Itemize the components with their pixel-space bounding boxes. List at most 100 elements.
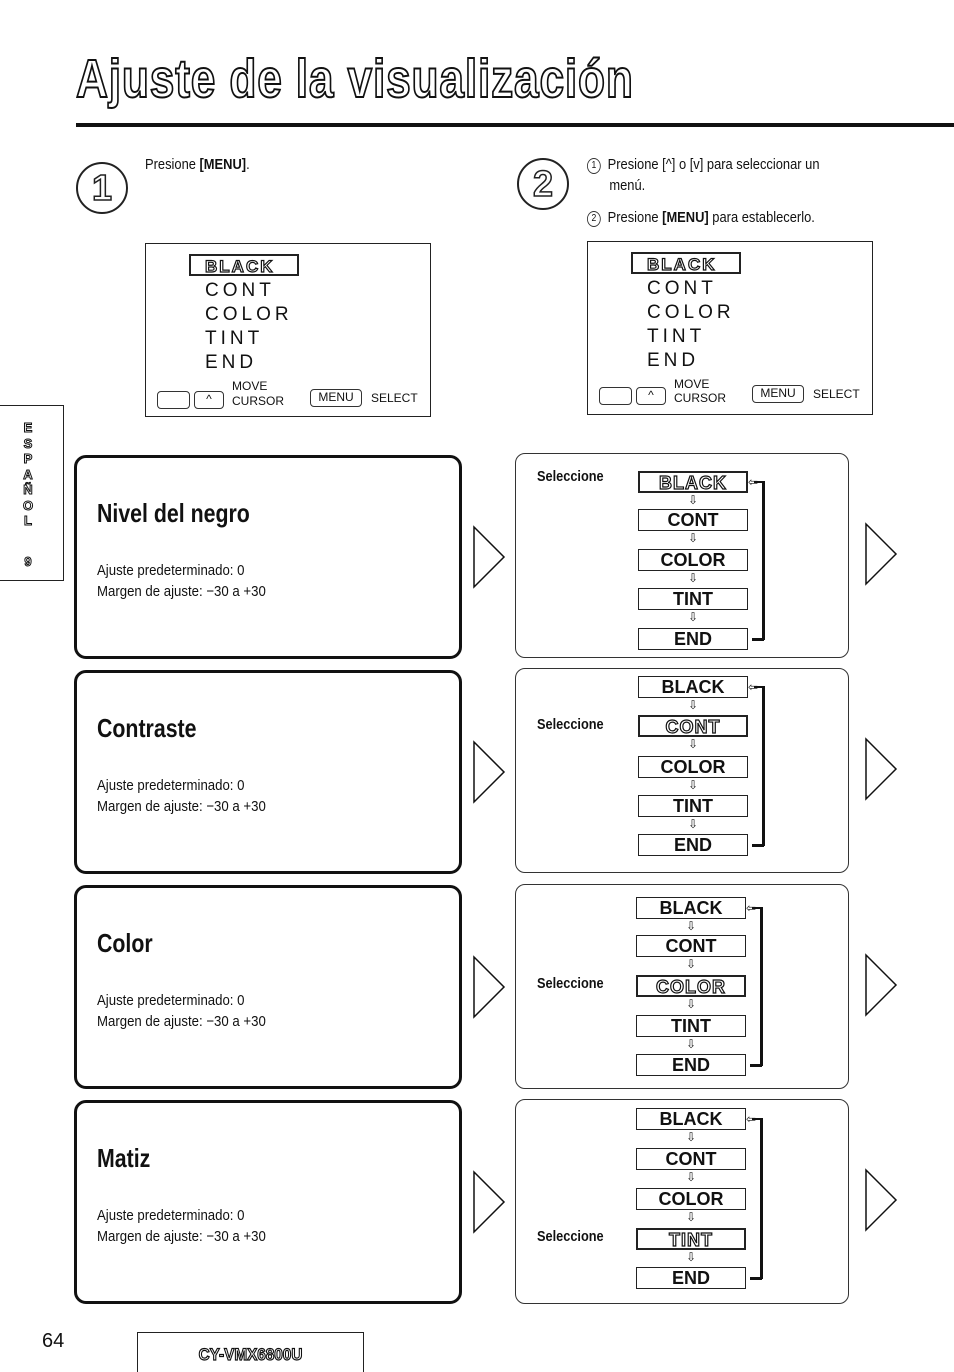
down-arrow-icon: ⇩ — [687, 817, 699, 831]
page-number: 64 — [42, 1330, 65, 1352]
menu-flow-panel: Seleccione BLACK ⇩ CONT ⇩ COLOR ⇩ TINT ⇩ END ⇦ — [515, 884, 849, 1089]
select-label: Seleccione — [537, 1228, 604, 1245]
step-2-sub-2-suffix: para establecerlo. — [708, 209, 815, 226]
next-arrow-icon — [864, 953, 898, 1017]
setting-card: Color Ajuste predeterminado: 0 Margen de… — [74, 885, 462, 1089]
step-1-key: [MENU] — [199, 156, 247, 173]
loop-back-arrow-icon: ⇦ — [746, 901, 757, 915]
osd-cursor-label: CURSOR — [674, 391, 727, 405]
flow-item: BLACK — [636, 897, 746, 919]
osd-up-key: ^ — [194, 391, 224, 409]
flow-item: END — [638, 834, 748, 856]
next-arrow-icon — [472, 1170, 506, 1234]
side-tab-letters: E S P A Ñ O L — [20, 420, 36, 529]
menu-flow-panel: Seleccione BLACK ⇩ CONT ⇩ COLOR ⇩ TINT ⇩ END ⇦ — [515, 668, 849, 873]
triangle-right-icon — [473, 740, 506, 804]
loop-back-arrow-icon: ⇦ — [748, 680, 759, 694]
step-2-sub-2: 2 Presione [MENU] para establecerlo. — [587, 207, 815, 228]
loop-bottom-segment — [752, 844, 764, 847]
step-1-circle-icon: 1 — [76, 162, 128, 214]
osd-menu-key: MENU — [752, 385, 804, 403]
osd-move-label: MOVE — [674, 377, 710, 391]
side-letter: S — [23, 435, 33, 451]
loop-line — [762, 481, 765, 640]
triangle-right-icon — [865, 1168, 898, 1232]
select-label: Seleccione — [537, 716, 604, 733]
triangle-right-icon — [473, 525, 506, 589]
next-arrow-icon — [472, 525, 506, 589]
flow-item: CONT — [636, 935, 746, 957]
flow-item-selected: CONT — [638, 715, 748, 738]
sub-step-2-icon: 2 — [587, 211, 601, 227]
up-chevron-icon: ^ — [206, 392, 212, 406]
setting-card: Contraste Ajuste predeterminado: 0 Marge… — [74, 670, 462, 874]
osd-item-black: BLACK — [646, 254, 717, 274]
osd-up-key: ^ — [636, 387, 666, 405]
setting-title: Contraste — [97, 713, 197, 743]
flow-item-selected: BLACK — [638, 471, 748, 494]
flow-item: END — [638, 628, 748, 650]
step-2-sub-2-prefix: Presione — [607, 209, 663, 226]
flow-item: BLACK — [636, 1108, 746, 1130]
down-arrow-icon: ⇩ — [687, 493, 699, 507]
setting-card: Nivel del negro Ajuste predeterminado: 0… — [74, 455, 462, 659]
setting-default: Ajuste predeterminado: 0 — [97, 777, 245, 794]
step-1-instruction: Presione [MENU]. — [145, 154, 250, 175]
flow-item: TINT — [636, 1015, 746, 1037]
step-2-sub-2-key: [MENU] — [662, 209, 709, 226]
up-chevron-icon: ^ — [648, 388, 654, 402]
osd-selected-item: BLACK — [631, 252, 741, 275]
triangle-right-icon — [865, 522, 898, 586]
step-2-sub-1: 1 Presione [^] o [v] para seleccionar un … — [587, 154, 819, 196]
loop-bottom-segment — [750, 1064, 762, 1067]
loop-line — [760, 907, 763, 1066]
loop-bottom-segment — [750, 1277, 762, 1280]
next-arrow-icon — [864, 522, 898, 586]
osd-cursor-label: CURSOR — [232, 394, 285, 408]
down-arrow-icon: ⇩ — [685, 1250, 697, 1264]
down-arrow-icon: ⇩ — [685, 1130, 697, 1144]
next-arrow-icon — [864, 737, 898, 801]
flow-item: COLOR — [636, 1188, 746, 1210]
flow-item: END — [636, 1054, 746, 1076]
sub-step-1-icon: 1 — [587, 158, 601, 174]
flow-item: COLOR — [638, 549, 748, 571]
setting-title: Color — [97, 928, 153, 958]
setting-range: Margen de ajuste: −30 a +30 — [97, 1013, 266, 1030]
step-1-suffix: . — [246, 156, 250, 173]
setting-range: Margen de ajuste: −30 a +30 — [97, 798, 266, 815]
setting-default: Ajuste predeterminado: 0 — [97, 562, 245, 579]
down-arrow-icon: ⇩ — [687, 698, 699, 712]
triangle-right-icon — [865, 953, 898, 1017]
down-arrow-icon: ⇩ — [687, 571, 699, 585]
down-arrow-icon: ⇩ — [685, 957, 697, 971]
flow-item: BLACK — [638, 676, 748, 698]
setting-title: Nivel del negro — [97, 498, 250, 528]
side-letter: L — [24, 513, 33, 529]
osd-move-label: MOVE — [232, 379, 268, 393]
loop-line — [762, 686, 765, 846]
flow-item: TINT — [638, 588, 748, 610]
down-arrow-icon: ⇩ — [687, 737, 699, 751]
setting-default: Ajuste predeterminado: 0 — [97, 1207, 245, 1224]
osd-item-color: COLOR — [647, 302, 735, 323]
osd-select-label: SELECT — [371, 391, 418, 405]
flow-item: COLOR — [638, 756, 748, 778]
flow-item: CONT — [636, 1148, 746, 1170]
osd-blank-key — [599, 387, 632, 405]
down-arrow-icon: ⇩ — [687, 531, 699, 545]
osd-item-end: END — [205, 352, 258, 373]
next-arrow-icon — [472, 740, 506, 804]
triangle-right-icon — [473, 955, 506, 1019]
osd-menu-key: MENU — [310, 389, 362, 407]
step-2-sub-1-line-1: Presione [^] o [v] para seleccionar un — [607, 156, 820, 173]
triangle-right-icon — [865, 737, 898, 801]
down-arrow-icon: ⇩ — [687, 778, 699, 792]
step-2-number: 2 — [532, 162, 554, 205]
step-1-number: 1 — [91, 166, 113, 209]
model-name: CY-VMX6800U — [198, 1344, 303, 1364]
osd-item-cont: CONT — [205, 280, 275, 301]
triangle-right-icon — [473, 1170, 506, 1234]
step-1-osd-screen: BLACK CONT COLOR TINT END ^ MOVE CURSOR … — [145, 243, 431, 417]
flow-item-selected: TINT — [636, 1228, 746, 1251]
